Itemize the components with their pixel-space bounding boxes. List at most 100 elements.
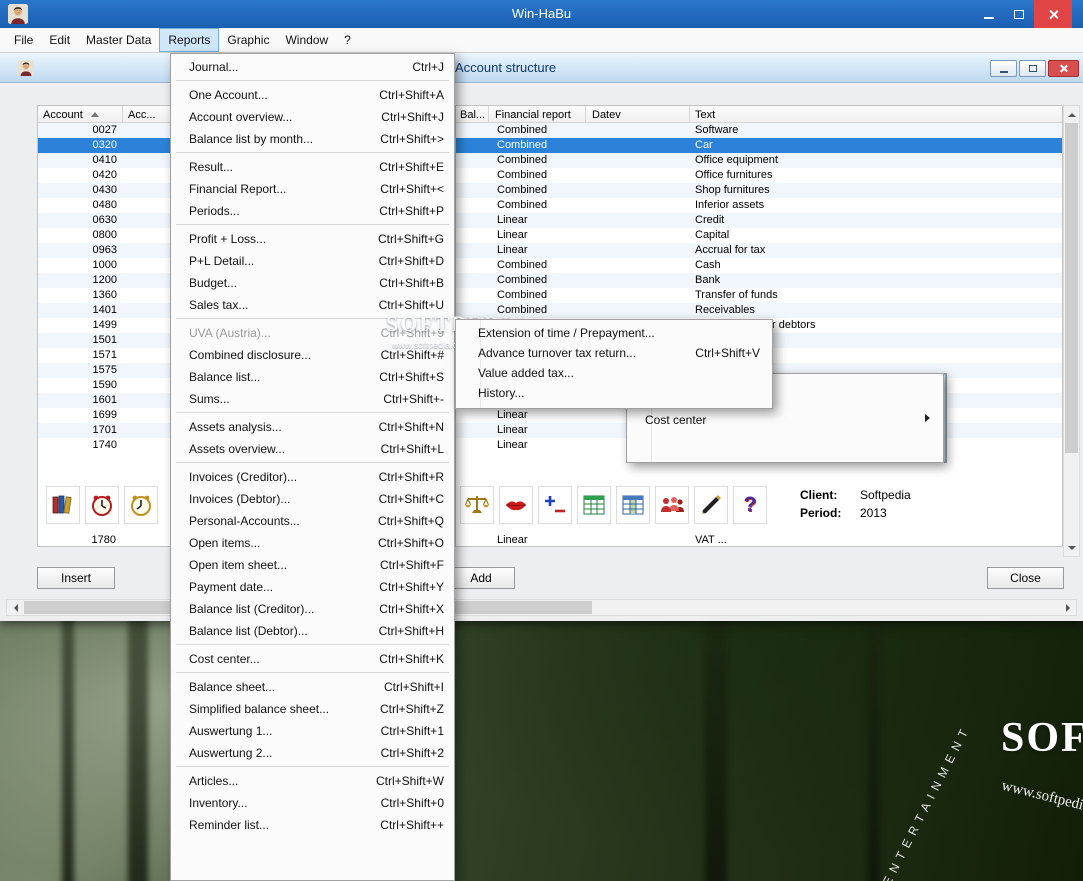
menu-item[interactable]: Payment date... Ctrl+Shift+Y: [171, 576, 454, 598]
toolbar-left: [46, 486, 163, 524]
menubar-item[interactable]: Edit: [41, 28, 78, 52]
menu-item[interactable]: Open item sheet... Ctrl+Shift+F: [171, 554, 454, 576]
submenu-item[interactable]: Extension of time / Prepayment...: [456, 323, 772, 343]
menu-item[interactable]: Periods... Ctrl+Shift+P: [171, 200, 454, 222]
menu-item[interactable]: Invoices (Creditor)... Ctrl+Shift+R: [171, 466, 454, 488]
child-restore-button[interactable]: [1019, 60, 1046, 77]
menu-item[interactable]: Assets overview... Ctrl+Shift+L: [171, 438, 454, 460]
column-header-account[interactable]: Account: [38, 106, 123, 122]
journal-icon[interactable]: [46, 486, 80, 524]
child-window-title: Account structure: [455, 60, 557, 75]
tree-trunk: [62, 600, 74, 881]
submenu-item[interactable]: Advance turnover tax return... Ctrl+Shif…: [456, 343, 772, 363]
menu-item[interactable]: Budget... Ctrl+Shift+B: [171, 272, 454, 294]
titlebar[interactable]: Win-HaBu: [0, 0, 1083, 28]
child-minimize-button[interactable]: [990, 60, 1017, 77]
app-window: Win-HaBu File Edit Master Data Reports Graph…: [0, 0, 1083, 621]
menu-item[interactable]: Inventory... Ctrl+Shift+0: [171, 792, 454, 814]
period-value: 2013: [860, 506, 887, 520]
menubar-item[interactable]: ?: [336, 28, 359, 52]
menu-item[interactable]: Invoices (Debtor)... Ctrl+Shift+C: [171, 488, 454, 510]
structure-row[interactable]: Combined Cash: [456, 258, 1062, 273]
menu-item[interactable]: Reminder list... Ctrl+Shift++: [171, 814, 454, 836]
submenu-item[interactable]: Value added tax...: [456, 363, 772, 383]
structure-row[interactable]: Linear Accrual for tax: [456, 243, 1062, 258]
menu-item[interactable]: Auswertung 2... Ctrl+Shift+2: [171, 742, 454, 764]
menu-item[interactable]: Balance list... Ctrl+Shift+S: [171, 366, 454, 388]
menubar-item[interactable]: Window: [277, 28, 336, 52]
tree-trunk: [128, 600, 148, 881]
menubar-item[interactable]: Reports: [159, 28, 220, 52]
tree-trunk: [705, 600, 727, 881]
structure-row[interactable]: Linear Credit: [456, 213, 1062, 228]
insert-button[interactable]: Insert: [37, 567, 115, 589]
structure-row[interactable]: Combined Car: [456, 138, 1062, 153]
structure-row[interactable]: Linear Capital: [456, 228, 1062, 243]
minimize-button[interactable]: [976, 0, 1002, 28]
close-button[interactable]: [1034, 0, 1072, 28]
menu-item[interactable]: Articles... Ctrl+Shift+W: [171, 770, 454, 792]
child-window-titlebar[interactable]: Account structure: [0, 53, 1083, 83]
child-close-button[interactable]: [1048, 60, 1079, 77]
structure-row[interactable]: Combined Software: [456, 123, 1062, 138]
question-glyph: ?: [743, 493, 757, 516]
vertical-scrollbar[interactable]: [1063, 105, 1080, 557]
menu-item[interactable]: Balance sheet... Ctrl+Shift+I: [171, 676, 454, 698]
menu-item[interactable]: Simplified balance sheet... Ctrl+Shift+Z: [171, 698, 454, 720]
account-row-partial[interactable]: 1780: [38, 533, 122, 546]
column-header-text[interactable]: Text: [690, 106, 1062, 122]
people-icon[interactable]: [655, 486, 689, 524]
structure-row[interactable]: Combined Inferior assets: [456, 198, 1062, 213]
structure-row[interactable]: Combined Transfer of funds: [456, 288, 1062, 303]
structure-row[interactable]: Combined Shop furnitures: [456, 183, 1062, 198]
scroll-up-button[interactable]: [1064, 106, 1079, 122]
lips-icon[interactable]: [499, 486, 533, 524]
structure-row-partial[interactable]: Linear VAT ...: [456, 533, 1046, 546]
menu-item[interactable]: Sums... Ctrl+Shift+-: [171, 388, 454, 410]
menu-item[interactable]: One Account... Ctrl+Shift+A: [171, 84, 454, 106]
menu-item[interactable]: Balance list (Creditor)... Ctrl+Shift+X: [171, 598, 454, 620]
vertical-scrollbar-thumb[interactable]: [1065, 123, 1078, 453]
clock-icon[interactable]: [124, 486, 158, 524]
structure-row[interactable]: Combined Office equipment: [456, 153, 1062, 168]
structure-row[interactable]: Combined Bank: [456, 273, 1062, 288]
menu-item[interactable]: Balance list by month... Ctrl+Shift+>: [171, 128, 454, 150]
menubar-item[interactable]: Graphic: [219, 28, 277, 52]
child-window-icon: [18, 60, 34, 76]
pen-icon[interactable]: [694, 486, 728, 524]
menu-item[interactable]: Assets analysis... Ctrl+Shift+N: [171, 416, 454, 438]
question-icon[interactable]: ?: [733, 486, 767, 524]
menu-item[interactable]: Profit + Loss... Ctrl+Shift+G: [171, 228, 454, 250]
menu-item[interactable]: Balance list (Debtor)... Ctrl+Shift+H: [171, 620, 454, 642]
scales-icon[interactable]: [460, 486, 494, 524]
scroll-left-button[interactable]: [7, 600, 23, 615]
menubar-item[interactable]: File: [6, 28, 41, 52]
menu-item[interactable]: Open items... Ctrl+Shift+O: [171, 532, 454, 554]
menu-item[interactable]: Account overview... Ctrl+Shift+J: [171, 106, 454, 128]
horizontal-scrollbar[interactable]: [6, 599, 1077, 616]
scroll-right-button[interactable]: [1060, 600, 1076, 615]
menu-item[interactable]: Financial Report... Ctrl+Shift+<: [171, 178, 454, 200]
structure-row[interactable]: Combined Receivables: [456, 303, 1062, 318]
menubar-item[interactable]: Master Data: [78, 28, 159, 52]
scroll-down-button[interactable]: [1064, 540, 1079, 556]
structure-row[interactable]: Combined Office fur­nitures: [456, 168, 1062, 183]
table-columns-icon[interactable]: [616, 486, 650, 524]
plus-minus-icon[interactable]: [538, 486, 572, 524]
column-header-balance[interactable]: Bal...: [456, 106, 489, 122]
menu-item[interactable]: Personal-Accounts... Ctrl+Shift+Q: [171, 510, 454, 532]
table-icon[interactable]: [577, 486, 611, 524]
close-dialog-button[interactable]: Close: [987, 567, 1064, 589]
maximize-button[interactable]: [1006, 0, 1032, 28]
alarm-clock-icon[interactable]: [85, 486, 119, 524]
menu-item[interactable]: Auswertung 1... Ctrl+Shift+1: [171, 720, 454, 742]
app-icon: [8, 4, 28, 24]
menu-item[interactable]: P+L Detail... Ctrl+Shift+D: [171, 250, 454, 272]
submenu-item[interactable]: History...: [456, 383, 772, 403]
menu-item[interactable]: Result... Ctrl+Shift+E: [171, 156, 454, 178]
add-button[interactable]: Add: [447, 567, 515, 589]
menu-item[interactable]: Journal... Ctrl+J: [171, 56, 454, 78]
column-header-datev[interactable]: Datev: [586, 106, 690, 122]
column-header-financial-report[interactable]: Financial report: [489, 106, 586, 122]
menu-item[interactable]: Cost center... Ctrl+Shift+K: [171, 648, 454, 670]
